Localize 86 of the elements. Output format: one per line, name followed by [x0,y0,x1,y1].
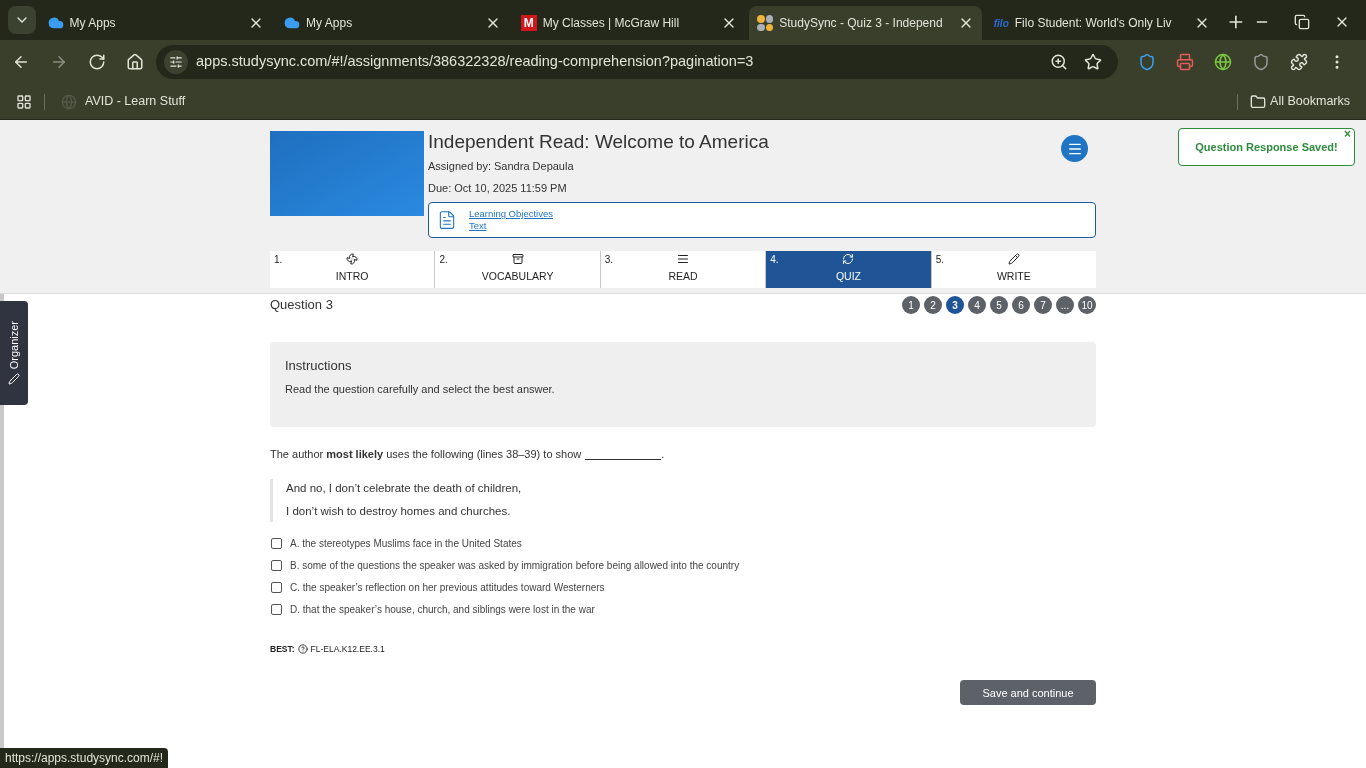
extension-icon[interactable] [1138,53,1156,71]
answer-option[interactable]: B. some of the questions the speaker was asked by immigration before being allowed into the country [290,557,740,573]
tab-title: My Apps [69,15,117,32]
bookmark-link[interactable]: AVID - Learn Stuff [85,92,186,111]
page-button[interactable]: 7 [1034,296,1052,314]
restore-icon[interactable] [1294,14,1310,30]
assigned-by-text: Assigned by: Sandra Depaula [428,159,575,174]
page-button[interactable]: 3 [946,296,964,314]
url-text: apps.studysync.com/#!/assignments/386322328/reading-comprehension?pagination=3 [196,52,755,72]
organizer-tab[interactable]: Organizer [0,301,28,405]
close-button[interactable]: × [1344,128,1351,140]
tab-list-button[interactable] [8,6,36,34]
home-icon[interactable] [126,53,144,71]
question-prompt: The author most likely uses the following (lines 38–39) to show [270,446,582,462]
answer-checkbox[interactable] [271,603,282,615]
step-tab[interactable]: 3. READ [599,251,766,288]
menu-button[interactable] [1061,135,1088,162]
toast-message: Question Response Saved! [1195,139,1338,155]
step-tab[interactable]: 1. INTRO [270,251,435,288]
page-button[interactable]: 4 [968,296,986,314]
standard-code: FL-ELA.K12.EE.3.1 [310,642,385,656]
bookmark-star-icon[interactable] [1084,53,1102,71]
document-icon [437,210,457,230]
globe-icon [61,93,77,110]
all-bookmarks-link[interactable]: All Bookmarks [1270,92,1350,111]
quote-line: I don’t wish to destroy homes and churches. [286,504,512,520]
tab-title: StudySync - Quiz 3 - Independ [779,15,944,32]
folder-icon [1250,93,1267,110]
reload-icon[interactable] [88,53,106,71]
back-icon[interactable] [12,53,30,71]
pencil-icon [8,373,20,386]
answer-option[interactable]: C. the speaker’s reflection on her previous attitudes toward Westerners [290,579,605,595]
page-button[interactable]: 10 [1078,296,1096,314]
cloud-icon [284,15,301,31]
tab-title: My Apps [306,15,354,32]
extension-icon[interactable] [1252,53,1270,71]
extension-icon[interactable] [1176,53,1194,71]
browser-tab[interactable]: filo Filo Student: World's Only Liv [985,6,1219,40]
instructions-title: Instructions [285,356,353,375]
due-date-text: Due: Oct 10, 2025 11:59 PM [428,180,568,196]
answer-checkbox[interactable] [271,537,282,549]
tab-title: My Classes | McGraw Hill [542,15,681,32]
resource-link[interactable]: Learning Objectives [469,208,553,220]
fan-icon [346,253,359,266]
browser-tab[interactable]: My Apps [276,6,509,40]
lines-icon [677,253,689,266]
answer-checkbox[interactable] [271,581,282,593]
answer-option[interactable]: D. that the speaker’s house, church, and siblings were lost in the war [290,601,595,617]
extensions-icon[interactable] [1290,53,1308,71]
step-tab[interactable]: 5. WRITE [930,251,1097,288]
address-bar[interactable]: apps.studysync.com/#!/assignments/386322328/reading-comprehension?pagination=3 [156,45,1118,79]
refresh-icon [842,253,855,266]
dots-icon [757,15,774,31]
page-button[interactable]: 5 [990,296,1008,314]
pencil-icon [1007,253,1020,266]
box-icon [511,253,524,266]
standard-label: BEST: [270,642,295,656]
cloud-icon [47,15,64,31]
browser-tab[interactable]: My Apps [39,6,273,40]
step-tab[interactable]: 4. QUIZ [765,251,931,288]
page-button[interactable]: ... [1056,296,1074,314]
answer-option[interactable]: A. the stereotypes Muslims face in the United States [290,535,522,551]
apps-icon[interactable] [16,93,32,110]
answer-checkbox[interactable] [271,559,282,571]
prompt-period: . [661,446,665,462]
site-settings-icon[interactable] [169,55,183,69]
page-button[interactable]: 1 [902,296,920,314]
browser-tab[interactable]: M My Classes | McGraw Hill [512,6,746,40]
step-tab[interactable]: 2. VOCABULARY [434,251,600,288]
question-title: Question 3 [270,296,333,314]
tab-favicon: M [520,15,537,31]
help-icon[interactable] [297,643,308,654]
quote-line: And no, I don’t celebrate the death of children, [286,481,523,496]
zoom-icon[interactable] [1050,53,1068,71]
browser-tab[interactable]: StudySync - Quiz 3 - Independ [749,6,982,40]
instructions-text: Read the question carefully and select the best answer. [285,382,556,397]
extension-icon[interactable] [1214,53,1232,71]
resource-link[interactable]: Text [469,220,553,232]
page-button[interactable]: 6 [1012,296,1030,314]
assignment-title: Independent Read: Welcome to America [428,131,770,153]
save-button[interactable]: Save and continue [960,680,1096,706]
page-button[interactable]: 2 [924,296,942,314]
tab-favicon: filo [993,16,1009,31]
status-url: https://apps.studysync.com/#! [0,748,169,768]
forward-icon[interactable] [50,53,68,71]
tab-title: Filo Student: World's Only Liv [1014,15,1173,32]
